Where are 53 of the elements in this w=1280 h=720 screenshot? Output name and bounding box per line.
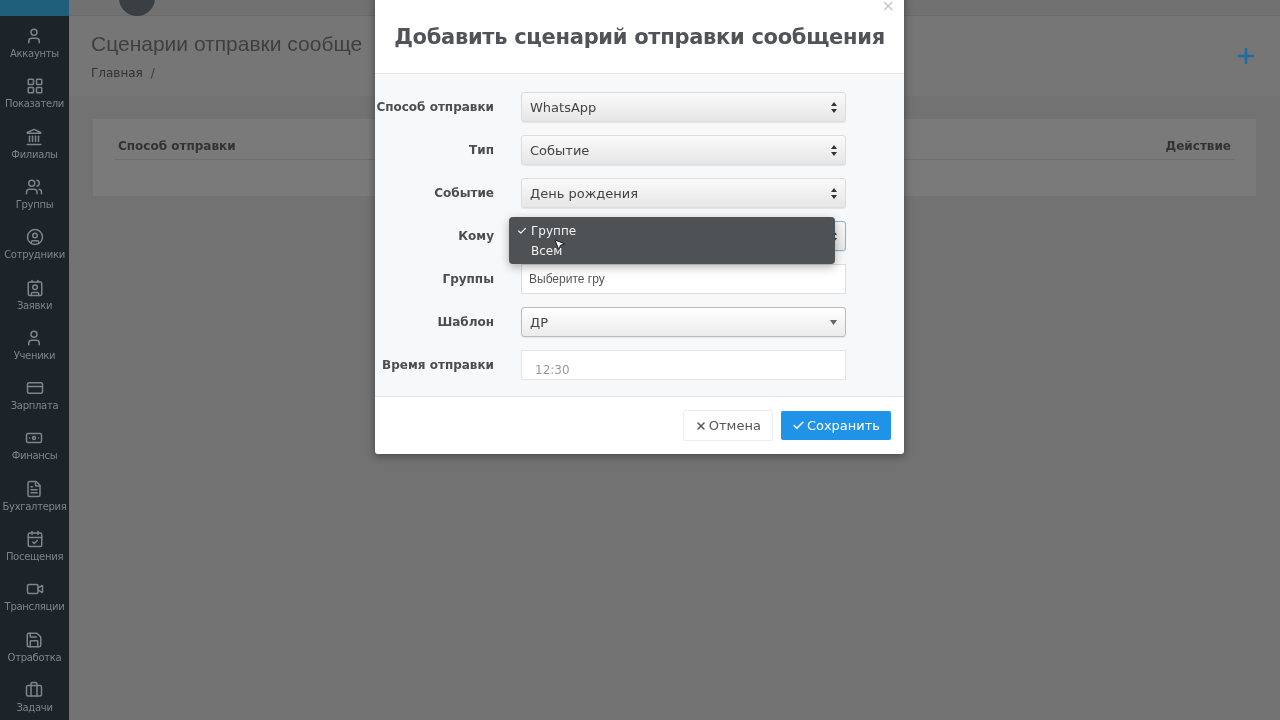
people-icon[interactable]: [25, 178, 44, 196]
dropdown-option[interactable]: Всем: [509, 241, 835, 261]
sidebar-item[interactable]: Зарплата: [10, 400, 59, 412]
sidebar-item[interactable]: Трансляции: [4, 601, 65, 613]
grid-icon[interactable]: [25, 77, 44, 96]
sidebar-item[interactable]: Финансы: [11, 450, 58, 462]
up-down-arrows-icon: [831, 101, 837, 113]
check-icon: [517, 226, 527, 236]
field-label: Время отправки: [381, 358, 494, 372]
field-label: Способ отправки: [375, 100, 494, 114]
sidebar-item[interactable]: Заявки: [16, 299, 53, 311]
select-field[interactable]: WhatsApp: [521, 92, 846, 122]
sidebar-item[interactable]: Показатели: [4, 98, 65, 110]
sidebar-item[interactable]: Посещения: [5, 550, 64, 562]
page-title: Сценарии отправки сообще: [91, 32, 363, 56]
modal-title: Добавить сценарий отправки сообщения: [394, 24, 885, 49]
contact-card-icon[interactable]: [25, 278, 44, 297]
sidebar-item[interactable]: Задачи: [16, 701, 53, 713]
select-field[interactable]: День рождения: [521, 178, 846, 208]
breadcrumb-link[interactable]: Главная: [91, 66, 143, 80]
field-label: Кому: [457, 229, 494, 243]
input-field[interactable]: Выберите гру: [521, 264, 846, 294]
calendar-icon[interactable]: [25, 529, 44, 548]
column-header: Действие: [1165, 139, 1231, 153]
field-label: Шаблон: [436, 315, 494, 329]
column-header: Способ отправки: [118, 139, 236, 153]
close-icon: [694, 419, 707, 432]
dropdown-option[interactable]: Группе: [509, 221, 835, 241]
sidebar-item[interactable]: Отработка: [7, 651, 62, 663]
time-field[interactable]: 12:30: [521, 350, 846, 380]
caret-down-icon: [830, 319, 837, 325]
field-label: Группы: [441, 272, 494, 286]
field-label: Тип: [468, 143, 494, 157]
select-field[interactable]: ДР: [521, 307, 846, 337]
sidebar-item[interactable]: Сотрудники: [4, 249, 65, 261]
select-field[interactable]: Событие: [521, 135, 846, 165]
save-button[interactable]: Сохранить: [780, 411, 891, 440]
person-circle-icon[interactable]: [25, 228, 44, 247]
sidebar-item[interactable]: Аккаунты: [10, 48, 59, 60]
cancel-button[interactable]: Отмена: [682, 410, 773, 441]
sidebar-item[interactable]: Группы: [15, 199, 54, 210]
sidebar-item[interactable]: Филиалы: [11, 148, 58, 160]
check-icon: [791, 419, 805, 432]
sidebar-item[interactable]: Ученики: [13, 349, 56, 361]
field-label: Событие: [433, 186, 494, 200]
breadcrumb-separator: /: [150, 66, 155, 80]
bank-icon[interactable]: [25, 127, 44, 146]
briefcase-icon[interactable]: [25, 680, 44, 699]
sidebar-item[interactable]: Бухгалтерия: [2, 500, 67, 512]
up-down-arrows-icon: [831, 187, 837, 199]
logo-bar: [0, 0, 69, 16]
document-icon[interactable]: [25, 479, 44, 498]
up-down-arrows-icon: [831, 144, 837, 156]
